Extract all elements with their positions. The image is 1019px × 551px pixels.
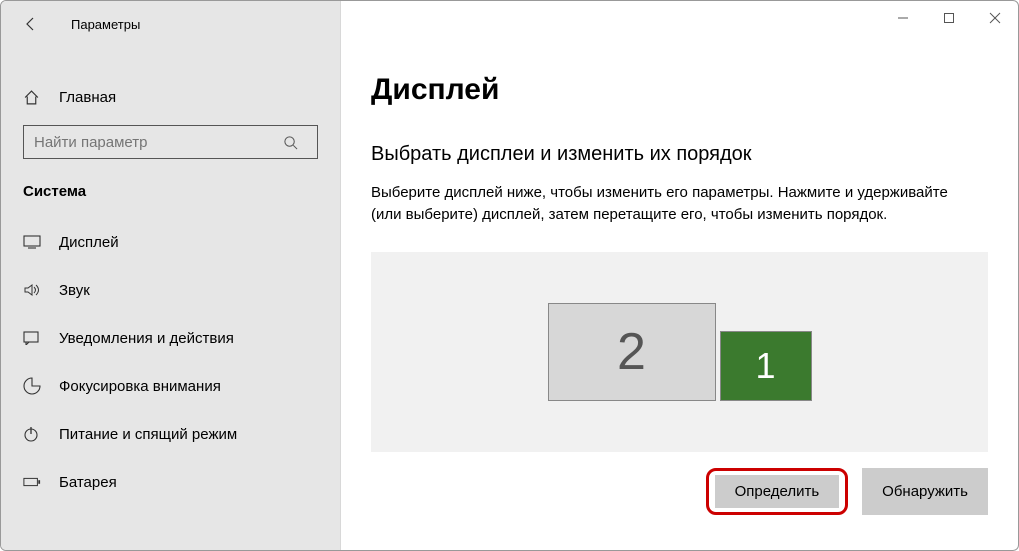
maximize-icon bbox=[943, 12, 955, 24]
page-title: Дисплей bbox=[371, 73, 988, 107]
identify-button[interactable]: Определить bbox=[715, 475, 840, 508]
category-heading: Система bbox=[1, 171, 340, 218]
sidebar-item-notifications[interactable]: Уведомления и действия bbox=[1, 314, 340, 362]
display-2[interactable]: 2 bbox=[548, 303, 716, 401]
detect-button[interactable]: Обнаружить bbox=[862, 468, 988, 515]
sidebar-item-display[interactable]: Дисплей bbox=[1, 218, 340, 266]
display-arrange-area[interactable]: 2 1 bbox=[371, 252, 988, 452]
page-description: Выберите дисплей ниже, чтобы изменить ег… bbox=[371, 182, 971, 226]
sidebar-item-label: Дисплей bbox=[59, 234, 119, 251]
sidebar-item-label: Питание и спящий режим bbox=[59, 426, 237, 443]
highlight-ring: Определить bbox=[706, 468, 849, 515]
page-subtitle: Выбрать дисплеи и изменить их порядок bbox=[371, 143, 988, 166]
notifications-icon bbox=[23, 331, 41, 345]
home-label: Главная bbox=[59, 89, 116, 106]
settings-window: Параметры Главная Система Дисплей bbox=[0, 0, 1019, 551]
sidebar-item-label: Звук bbox=[59, 282, 90, 299]
home-icon bbox=[23, 89, 41, 106]
main-content: Дисплей Выбрать дисплеи и изменить их по… bbox=[341, 1, 1018, 550]
sidebar-item-power[interactable]: Питание и спящий режим bbox=[1, 410, 340, 458]
sound-icon bbox=[23, 283, 41, 297]
battery-icon bbox=[23, 476, 41, 488]
sidebar-item-focus[interactable]: Фокусировка внимания bbox=[1, 362, 340, 410]
minimize-button[interactable] bbox=[880, 1, 926, 35]
back-button[interactable] bbox=[15, 8, 47, 40]
sidebar-item-label: Батарея bbox=[59, 474, 117, 491]
close-button[interactable] bbox=[972, 1, 1018, 35]
header: Параметры bbox=[1, 1, 340, 47]
search-icon bbox=[283, 135, 317, 150]
arrow-left-icon bbox=[23, 16, 39, 32]
maximize-button[interactable] bbox=[926, 1, 972, 35]
sidebar: Параметры Главная Система Дисплей bbox=[1, 1, 341, 550]
sidebar-item-label: Фокусировка внимания bbox=[59, 378, 221, 395]
display-group: 2 1 bbox=[548, 303, 812, 401]
sidebar-item-sound[interactable]: Звук bbox=[1, 266, 340, 314]
display-1[interactable]: 1 bbox=[720, 331, 812, 401]
power-icon bbox=[23, 426, 41, 442]
home-nav[interactable]: Главная bbox=[1, 73, 340, 121]
window-controls bbox=[880, 1, 1018, 35]
focus-icon bbox=[23, 377, 41, 395]
display-icon bbox=[23, 235, 41, 249]
button-row: Определить Обнаружить bbox=[371, 468, 988, 515]
search-box[interactable] bbox=[23, 125, 318, 159]
close-icon bbox=[989, 12, 1001, 24]
minimize-icon bbox=[897, 12, 909, 24]
sidebar-item-label: Уведомления и действия bbox=[59, 330, 234, 347]
search-input[interactable] bbox=[24, 134, 283, 151]
sidebar-item-battery[interactable]: Батарея bbox=[1, 458, 340, 506]
app-title: Параметры bbox=[71, 17, 140, 32]
